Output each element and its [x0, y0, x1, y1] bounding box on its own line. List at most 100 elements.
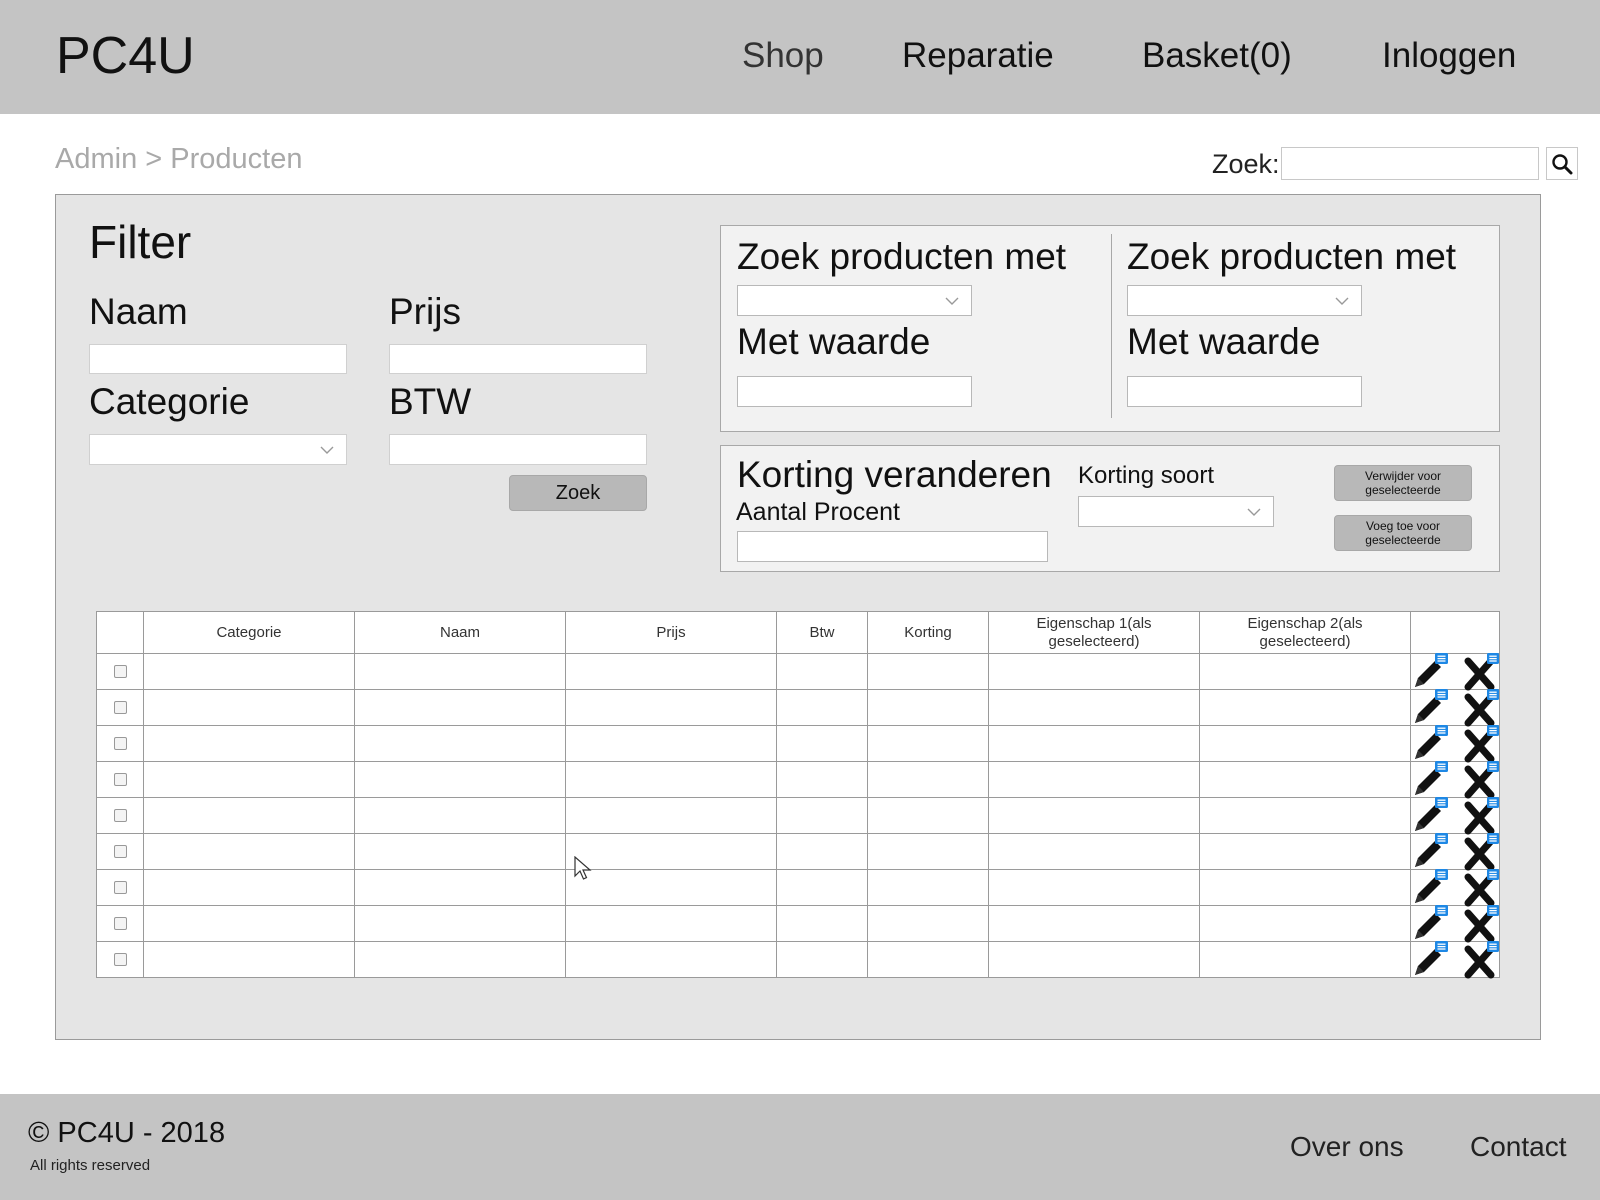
table-cell[interactable] [143, 797, 355, 834]
delete-x-icon[interactable] [1461, 831, 1501, 871]
filter-zoek-button[interactable]: Zoek [509, 475, 647, 511]
column-header-eigenschap-1[interactable]: Eigenschap 1(als geselecteerd) [988, 611, 1200, 654]
table-cell[interactable] [1199, 653, 1411, 690]
table-cell[interactable] [354, 653, 566, 690]
filter-categorie-select[interactable] [89, 434, 347, 465]
filter-naam-input[interactable] [89, 344, 347, 374]
table-cell[interactable] [867, 869, 989, 906]
table-row[interactable] [96, 759, 1500, 799]
table-cell[interactable] [776, 797, 868, 834]
search-button[interactable] [1546, 147, 1578, 180]
table-cell[interactable] [1199, 797, 1411, 834]
table-cell[interactable] [1199, 689, 1411, 726]
table-cell[interactable] [1199, 905, 1411, 942]
table-cell[interactable] [354, 833, 566, 870]
nav-reparatie[interactable]: Reparatie [902, 34, 1054, 78]
table-cell[interactable] [776, 905, 868, 942]
delete-x-icon[interactable] [1461, 867, 1501, 907]
table-cell[interactable] [565, 761, 777, 798]
row-select-checkbox[interactable] [113, 953, 127, 966]
table-row[interactable] [96, 831, 1501, 871]
site-logo[interactable]: PC4U [56, 26, 195, 86]
property-search-right-value-input[interactable] [1127, 376, 1362, 407]
table-cell[interactable] [867, 761, 989, 798]
row-select-checkbox[interactable] [113, 773, 127, 786]
column-header-korting[interactable]: Korting [867, 611, 989, 654]
table-cell[interactable] [988, 761, 1200, 798]
pencil-edit-icon[interactable] [1411, 651, 1451, 691]
table-cell[interactable] [143, 869, 355, 906]
table-cell[interactable] [354, 941, 566, 978]
filter-prijs-input[interactable] [389, 344, 647, 374]
table-cell[interactable] [565, 869, 777, 906]
table-cell[interactable] [776, 689, 868, 726]
discount-percent-input[interactable] [737, 531, 1048, 562]
table-cell[interactable] [565, 833, 777, 870]
table-cell[interactable] [1199, 941, 1411, 978]
table-cell[interactable] [354, 869, 566, 906]
table-cell[interactable] [988, 833, 1200, 870]
table-cell[interactable] [143, 833, 355, 870]
pencil-edit-icon[interactable] [1411, 687, 1451, 727]
table-cell[interactable] [354, 725, 566, 762]
table-cell[interactable] [354, 689, 566, 726]
pencil-edit-icon[interactable] [1411, 831, 1451, 871]
table-row[interactable] [96, 687, 1501, 727]
property-search-right-select[interactable] [1127, 285, 1362, 316]
delete-x-icon[interactable] [1461, 687, 1501, 727]
column-header-btw[interactable]: Btw [776, 611, 868, 654]
table-cell[interactable] [354, 797, 566, 834]
table-row[interactable] [96, 651, 1501, 691]
property-search-left-select[interactable] [737, 285, 972, 316]
pencil-edit-icon[interactable] [1411, 903, 1451, 943]
table-cell[interactable] [867, 797, 989, 834]
remove-discount-button[interactable]: Verwijder voor geselecteerde [1334, 465, 1472, 501]
table-cell[interactable] [143, 689, 355, 726]
table-cell[interactable] [1199, 725, 1411, 762]
table-cell[interactable] [988, 905, 1200, 942]
nav-login[interactable]: Inloggen [1382, 34, 1516, 78]
pencil-edit-icon[interactable] [1411, 759, 1451, 799]
table-cell[interactable] [1199, 869, 1411, 906]
pencil-edit-icon[interactable] [1411, 867, 1451, 907]
footer-link-contact[interactable]: Contact [1470, 1131, 1567, 1163]
table-cell[interactable] [1199, 833, 1411, 870]
row-select-checkbox[interactable] [113, 917, 127, 930]
table-cell[interactable] [867, 653, 989, 690]
search-input[interactable] [1281, 147, 1539, 180]
table-cell[interactable] [776, 833, 868, 870]
table-cell[interactable] [867, 941, 989, 978]
table-row[interactable] [96, 723, 1501, 763]
row-select-checkbox[interactable] [113, 881, 127, 894]
table-cell[interactable] [143, 905, 355, 942]
table-cell[interactable] [143, 653, 355, 690]
table-cell[interactable] [988, 797, 1200, 834]
footer-link-about[interactable]: Over ons [1290, 1131, 1404, 1163]
table-cell[interactable] [988, 941, 1200, 978]
pencil-edit-icon[interactable] [1411, 795, 1451, 835]
table-cell[interactable] [565, 797, 777, 834]
delete-x-icon[interactable] [1461, 723, 1501, 763]
delete-x-icon[interactable] [1461, 651, 1501, 691]
table-row[interactable] [96, 939, 1501, 979]
row-select-checkbox[interactable] [113, 809, 127, 822]
table-row[interactable] [96, 795, 1501, 835]
table-cell[interactable] [776, 653, 868, 690]
table-cell[interactable] [143, 725, 355, 762]
delete-x-icon[interactable] [1461, 795, 1501, 835]
nav-shop[interactable]: Shop [742, 34, 824, 78]
table-cell[interactable] [565, 905, 777, 942]
table-cell[interactable] [867, 725, 989, 762]
discount-type-select[interactable] [1078, 496, 1274, 527]
table-cell[interactable] [988, 653, 1200, 690]
delete-x-icon[interactable] [1461, 939, 1501, 979]
table-cell[interactable] [565, 941, 777, 978]
row-select-checkbox[interactable] [113, 737, 127, 750]
nav-basket[interactable]: Basket(0) [1142, 34, 1292, 78]
filter-btw-input[interactable] [389, 434, 647, 465]
row-select-checkbox[interactable] [113, 845, 127, 858]
column-header-eigenschap-2[interactable]: Eigenschap 2(als geselecteerd) [1199, 611, 1411, 654]
column-header-categorie[interactable]: Categorie [143, 611, 355, 654]
table-cell[interactable] [565, 653, 777, 690]
table-cell[interactable] [565, 689, 777, 726]
